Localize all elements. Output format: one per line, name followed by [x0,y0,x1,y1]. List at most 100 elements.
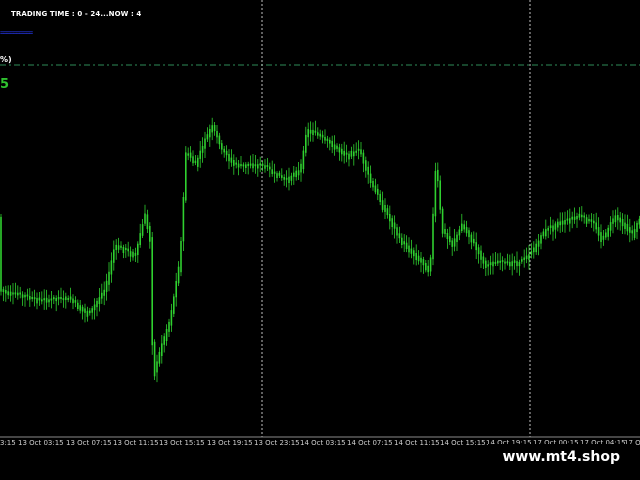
candle-body [230,157,233,163]
candle-body [518,261,521,267]
candle-body [314,130,317,133]
candle-body [105,280,108,292]
candle-body [170,310,173,326]
candle-body [468,230,470,238]
candle-body [343,150,345,156]
candle-body [189,152,192,158]
candle-body [173,296,175,314]
candle-body [348,153,350,160]
candle-body [153,341,156,377]
candle-body [465,227,468,234]
time-tick-label: 13 Oct 19:15 [207,439,253,447]
candle-body [273,171,276,174]
candle-body [499,260,501,263]
candle-body [192,156,194,164]
candle-body [429,257,432,272]
candle-body [194,160,197,163]
candle-body [240,164,242,167]
candle-body [26,294,29,297]
candle-body [168,321,170,332]
candle-body [317,132,319,136]
candle-body [542,231,545,237]
candle-body [81,306,84,312]
candle-body [146,214,149,230]
candle-body [295,170,297,178]
candle-body [540,235,542,244]
candle-body [33,297,36,300]
candle-body [477,247,480,255]
candle-body [621,219,624,227]
candle-body [617,215,619,221]
candle-body [204,138,206,149]
candle-body [393,222,396,229]
candle-body [24,294,26,298]
candle-body [113,249,115,263]
candle-body [487,264,489,267]
candle-body [165,329,168,341]
candle-body [549,225,552,228]
candle-body [307,129,309,138]
candle-body [156,361,158,373]
candle-body [288,176,290,183]
candle-body [590,219,593,222]
candle-body [187,153,189,156]
candle-body [50,298,53,301]
candle-body [312,129,314,135]
candle-body [521,259,523,262]
candle-body [261,163,264,166]
candle-body [74,300,77,303]
candle-body [516,261,518,267]
candle-body [609,222,612,231]
candle-body [122,247,125,253]
candle-body [41,299,43,302]
candle-body [309,129,312,134]
chart-window[interactable]: TRADING TIME : 0 - 24...NOW : 4 ========… [0,0,640,480]
candle-body [9,291,12,296]
trading-time-label: TRADING TIME : 0 - 24...NOW : 4 [11,10,142,18]
candle-body [485,260,487,268]
candle-body [175,281,177,298]
candle-body [19,292,21,295]
candle-body [504,261,506,264]
candle-body [350,150,353,157]
candle-body [180,241,182,273]
candle-body [525,255,528,259]
candle-body [631,230,633,234]
candle-body [103,289,105,296]
time-tick-label: 13 Oct 23:15 [254,439,300,447]
candle-body [199,150,201,159]
candle-body [528,254,530,260]
candle-body [108,271,110,285]
candle-body [405,242,408,249]
candle-body [67,298,69,300]
candle-body [321,134,324,138]
candle-body [326,138,329,141]
candle-body [38,297,41,301]
candle-body [225,150,228,156]
candle-body [48,299,50,303]
candle-body [235,162,237,165]
candle-body [177,266,180,284]
candle-body [233,160,235,166]
candle-body [65,296,67,300]
candle-body [290,175,293,181]
candle-body [564,220,566,225]
candle-body [271,169,273,174]
candle-body [446,233,449,239]
candle-body [141,224,144,236]
candle-body [117,245,120,250]
candle-body [163,336,165,345]
candle-body [55,298,57,302]
candle-body [257,164,259,169]
candle-body [45,297,48,303]
time-tick-label: 3:15 [0,439,16,447]
candle-body [31,297,33,299]
candle-body [197,157,199,167]
candle-body [161,343,163,356]
candle-body [595,222,597,230]
price-chart[interactable] [0,0,640,440]
candle-body [456,234,458,242]
candle-body [252,163,254,169]
watermark-logo: www.mt4.shop [488,444,634,470]
candle-body [324,136,326,141]
